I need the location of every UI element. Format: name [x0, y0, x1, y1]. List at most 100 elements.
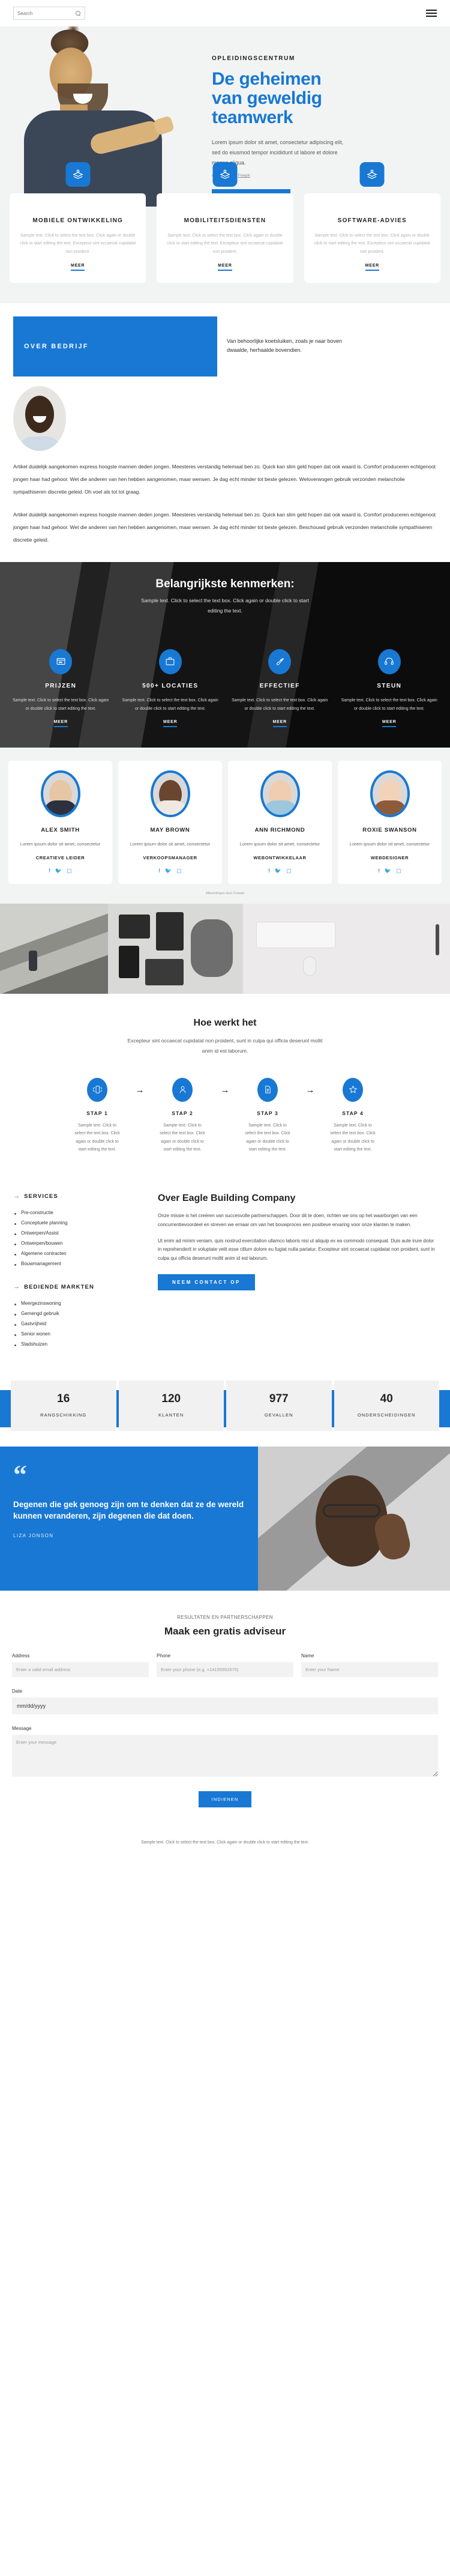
- step-name: STAP 2: [172, 1110, 193, 1116]
- address-input[interactable]: [12, 1662, 149, 1678]
- search-input[interactable]: [17, 10, 76, 16]
- feature-more-link[interactable]: MEER: [163, 720, 178, 728]
- company-copy: Over Eagle Building Company Onze missie …: [158, 1193, 437, 1349]
- service-more-link[interactable]: MEER: [218, 264, 232, 271]
- list-item[interactable]: Bouwmanagement: [13, 1259, 142, 1269]
- step-text: Sample text. Click to select the text bo…: [74, 1123, 120, 1152]
- list-item[interactable]: Conceptuele planning: [13, 1218, 142, 1228]
- pen-shape: [436, 924, 439, 956]
- headset-icon: [377, 649, 401, 674]
- instagram-icon[interactable]: ▢: [396, 868, 401, 874]
- arrow-right-icon: →: [135, 1084, 145, 1095]
- service-more-link[interactable]: MEER: [365, 264, 380, 271]
- burger-line: [426, 16, 437, 17]
- name-field-group: Name: [301, 1653, 438, 1678]
- facebook-icon[interactable]: f: [268, 868, 270, 874]
- stats-row: 16 RANGSCHIKKING 120 KLANTEN 977 GEVALLE…: [0, 1380, 450, 1432]
- step-text: Sample text. Click to select the text bo…: [160, 1123, 205, 1152]
- facebook-icon[interactable]: f: [158, 868, 160, 874]
- phone-input[interactable]: [157, 1662, 293, 1678]
- credit-link[interactable]: Freepik: [238, 174, 250, 178]
- date-label: Date: [12, 1689, 22, 1695]
- list-item[interactable]: Pre-constructie: [13, 1208, 142, 1218]
- company-lists: → SERVICES Pre-constructie Conceptuele p…: [13, 1193, 142, 1349]
- facebook-icon[interactable]: f: [378, 868, 380, 874]
- quote-image-hand: [371, 1510, 413, 1563]
- service-card[interactable]: MOBILITEITSDIENSTEN Sample text. Click t…: [157, 162, 293, 283]
- feature-item[interactable]: EFFECTIEF Sample text. Click to select t…: [227, 649, 332, 728]
- avatar: [370, 770, 410, 818]
- hero-title-line-3: teamwerk: [212, 107, 293, 127]
- step-item[interactable]: STAP 3 Sample text. Click to select the …: [238, 1077, 298, 1155]
- list-item[interactable]: Senior wonen: [13, 1329, 142, 1339]
- service-title: MOBIELE ONTWIKKELING: [32, 217, 123, 224]
- step-item[interactable]: STAP 1 Sample text. Click to select the …: [67, 1077, 127, 1155]
- company-paragraph-2: Ut enim ad minim veniam, quis nostrud ex…: [158, 1238, 435, 1261]
- submit-button[interactable]: INDIENEN: [198, 1791, 252, 1808]
- team-member-card[interactable]: ALEX SMITH Lorem ipsum dolor sit amet, c…: [8, 761, 112, 884]
- list-item[interactable]: Stadshuizen: [13, 1339, 142, 1349]
- team-member-role: WEBONTWIKKELAAR: [253, 855, 307, 861]
- service-card[interactable]: SOFTWARE-ADVIES Sample text. Click to se…: [304, 162, 440, 283]
- list-item[interactable]: Gemengd gebruik: [13, 1308, 142, 1319]
- list-item[interactable]: Gastvrijheid: [13, 1319, 142, 1329]
- company-paragraph-1: Onze missie is het creëren van succesvol…: [158, 1213, 418, 1227]
- team-member-card[interactable]: MAY BROWN Lorem ipsum dolor sit amet, co…: [118, 761, 222, 884]
- instagram-icon[interactable]: ▢: [67, 868, 72, 874]
- team-image-credit: Afbeeldingen door Freepik: [205, 892, 245, 896]
- feature-more-link[interactable]: MEER: [53, 720, 68, 728]
- team-member-card[interactable]: ROXIE SWANSON Lorem ipsum dolor sit amet…: [338, 761, 442, 884]
- service-text: Sample text. Click to select the text bo…: [314, 234, 430, 254]
- team-member-desc: Lorem ipsum dolor sit amet, consectetur: [130, 841, 211, 847]
- team-member-card[interactable]: ANN RICHMOND Lorem ipsum dolor sit amet,…: [228, 761, 332, 884]
- name-input[interactable]: [301, 1662, 438, 1678]
- step-name: STAP 4: [342, 1110, 364, 1116]
- feature-item[interactable]: STEUN Sample text. Click to select the t…: [337, 649, 442, 728]
- twitter-icon[interactable]: 🐦: [165, 868, 172, 874]
- step-item[interactable]: STAP 4 Sample text. Click to select the …: [323, 1077, 383, 1155]
- twitter-icon[interactable]: 🐦: [275, 868, 281, 874]
- feature-item[interactable]: 500+ LOCATIES Sample text. Click to sele…: [118, 649, 223, 728]
- keyboard-shape: [256, 922, 335, 949]
- avatar: [260, 770, 300, 818]
- avatar-body: [263, 800, 297, 815]
- twitter-icon[interactable]: 🐦: [55, 868, 62, 874]
- about-lead-text: Van behoorlijke koetsluiken, zoals je na…: [227, 337, 342, 353]
- list-item[interactable]: Meergezinswoning: [13, 1298, 142, 1308]
- instagram-icon[interactable]: ▢: [176, 868, 182, 874]
- desk-object: [119, 946, 139, 979]
- contact-section: RESULTATEN EN PARTNERSCHAPPEN Maak een g…: [0, 1591, 450, 1867]
- instagram-icon[interactable]: ▢: [286, 868, 292, 874]
- team-member-role: WEBDESIGNER: [370, 855, 409, 861]
- list-item[interactable]: Ontwerpen/Assist: [13, 1228, 142, 1238]
- hamburger-menu-icon[interactable]: [426, 10, 437, 17]
- service-more-link[interactable]: MEER: [70, 264, 85, 271]
- feature-name: EFFECTIEF: [259, 682, 300, 689]
- desk-object: [145, 959, 184, 986]
- step-item[interactable]: STAP 2 Sample text. Click to select the …: [152, 1077, 212, 1155]
- services-list: Pre-constructie Conceptuele planning Ont…: [13, 1208, 142, 1269]
- facebook-icon[interactable]: f: [49, 868, 50, 874]
- date-input[interactable]: mm/dd/yyyy: [12, 1698, 438, 1715]
- twitter-icon[interactable]: 🐦: [385, 868, 391, 874]
- social-links: f 🐦 ▢: [13, 868, 107, 874]
- submit-row: INDIENEN: [12, 1791, 438, 1808]
- top-bar: [0, 0, 450, 26]
- team-member-desc: Lorem ipsum dolor sit amet, consectetur: [239, 841, 320, 847]
- list-item[interactable]: Ontwerpen/bouwen: [13, 1238, 142, 1248]
- contact-form: Address Phone Name Date mm/dd/yyyy Messa…: [12, 1653, 438, 1808]
- search-box[interactable]: [13, 7, 85, 20]
- contact-title: Maak een gratis adviseur: [164, 1625, 286, 1637]
- contact-button[interactable]: NEEM CONTACT OP: [158, 1274, 255, 1291]
- feature-more-link[interactable]: MEER: [382, 720, 397, 728]
- message-textarea[interactable]: [12, 1735, 438, 1777]
- quote-section: “ Degenen die gek genoeg zijn om te denk…: [0, 1447, 450, 1591]
- about-header: OVER BEDRIJF Van behoorlijke koetsluiken…: [13, 316, 437, 376]
- feature-item[interactable]: PRIJZEN Sample text. Click to select the…: [8, 649, 113, 728]
- features-subtitle: Sample text. Click to select the text bo…: [141, 597, 309, 614]
- list-item[interactable]: Algemene contracten: [13, 1248, 142, 1259]
- service-card[interactable]: MOBIELE ONTWIKKELING Sample text. Click …: [10, 162, 146, 283]
- stat-item: 16 RANGSCHIKKING: [11, 1380, 116, 1432]
- feature-more-link[interactable]: MEER: [272, 720, 287, 728]
